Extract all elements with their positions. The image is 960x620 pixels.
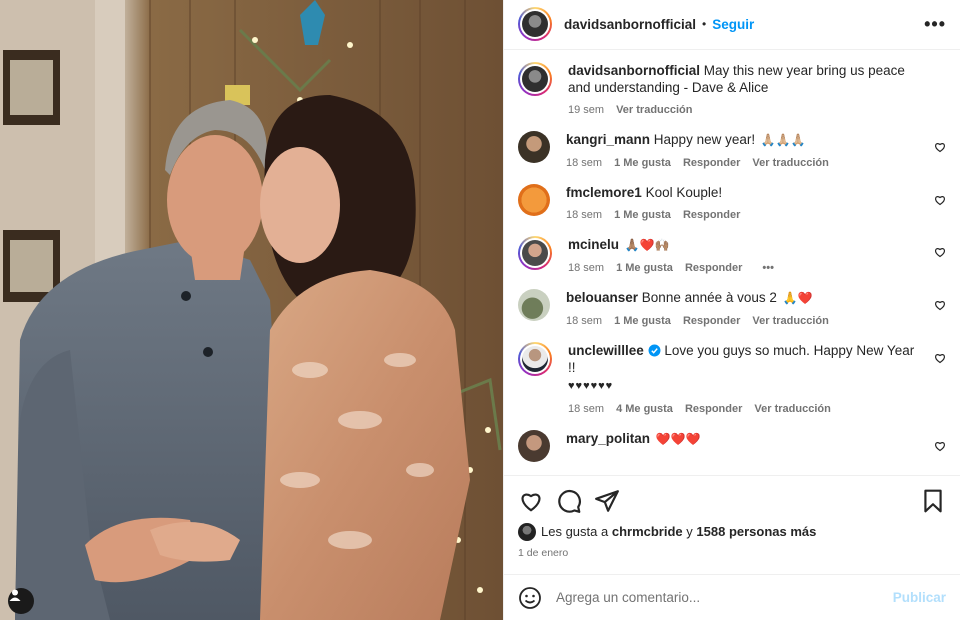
liker-username[interactable]: chrmcbride [612, 524, 683, 539]
comment-input[interactable] [556, 590, 893, 606]
reply-button[interactable]: Responder [683, 315, 740, 327]
translate-link[interactable]: Ver traducción [752, 157, 828, 169]
comment-likes[interactable]: 1 Me gusta [616, 262, 673, 274]
comment-likes[interactable]: 1 Me gusta [614, 315, 671, 327]
commenter-avatar[interactable] [518, 341, 552, 376]
comment-username[interactable]: mary_politan [566, 431, 650, 446]
smiley-icon[interactable] [518, 586, 542, 610]
comment-likes[interactable]: 4 Me gusta [616, 403, 673, 415]
caption: davidsanbornofficial May this new year b… [518, 61, 946, 116]
comment-item: kangri_mann Happy new year! 🙏🏼🙏🏼🙏🏼 18 se… [518, 130, 946, 169]
comments-list[interactable]: davidsanbornofficial May this new year b… [504, 50, 960, 475]
instagram-post: davidsanbornofficial • Seguir ••• davids… [0, 0, 960, 620]
comment-item: mary_politan ❤️❤️❤️ [518, 429, 946, 462]
comment-username[interactable]: belouanser [566, 290, 638, 305]
likes-prefix: Les gusta a [541, 524, 609, 540]
add-comment-bar: Publicar [504, 574, 960, 620]
comment-like-icon[interactable] [934, 440, 946, 452]
comment-hearts: ♥♥♥♥♥♥ [568, 379, 614, 392]
comment-time[interactable]: 18 sem [568, 262, 604, 274]
comment-item: mcinelu 🙏🏽❤️🙌🏽 18 sem 1 Me gusta Respond… [518, 235, 946, 274]
comment-username[interactable]: fmclemore1 [566, 185, 642, 200]
comment-emoji: 🙏❤️ [782, 290, 813, 305]
avatar[interactable] [518, 7, 552, 42]
photo-illustration [0, 0, 503, 620]
comment-text: Bonne année à vous 2 [641, 289, 777, 305]
caption-time[interactable]: 19 sem [568, 104, 604, 116]
comment-text: Kool Kouple! [645, 184, 723, 200]
likes-joiner: y [686, 524, 693, 540]
comment-like-icon[interactable] [934, 246, 946, 258]
comment-emoji: 🙏🏼🙏🏼🙏🏼 [760, 132, 806, 147]
liker-avatar[interactable] [518, 522, 536, 541]
commenter-avatar[interactable] [518, 183, 550, 216]
separator-dot: • [702, 17, 707, 32]
caption-avatar[interactable] [518, 61, 552, 96]
comment-username[interactable]: mcinelu [568, 237, 619, 252]
comment-icon[interactable] [556, 488, 582, 514]
comment-emoji: 🙏🏽❤️🙌🏽 [624, 237, 670, 252]
reply-button[interactable]: Responder [685, 403, 742, 415]
publish-button[interactable]: Publicar [893, 590, 946, 605]
comment-time[interactable]: 18 sem [566, 157, 602, 169]
commenter-avatar[interactable] [518, 429, 550, 462]
comment-item: belouanser Bonne année à vous 2 🙏❤️ 18 s… [518, 288, 946, 327]
comment-options-icon[interactable]: ••• [762, 262, 774, 274]
comment-text: Happy new year! [653, 131, 756, 147]
verified-badge-icon [648, 344, 661, 357]
commenter-avatar[interactable] [518, 288, 550, 321]
bookmark-icon[interactable] [920, 488, 946, 514]
comment-item: unclewilllee Love you guys so much. Happ… [518, 341, 946, 415]
comment-like-icon[interactable] [934, 194, 946, 206]
commenter-avatar[interactable] [518, 130, 550, 163]
translate-link[interactable]: Ver traducción [752, 315, 828, 327]
reply-button[interactable]: Responder [683, 157, 740, 169]
post-actions: Les gusta a chrmcbride y 1588 personas m… [504, 474, 960, 575]
caption-username[interactable]: davidsanbornofficial [568, 63, 700, 78]
comment-item: fmclemore1 Kool Kouple! 18 sem 1 Me gust… [518, 183, 946, 221]
comment-like-icon[interactable] [934, 141, 946, 153]
comment-time[interactable]: 18 sem [566, 209, 602, 221]
comment-username[interactable]: unclewilllee [568, 343, 644, 358]
comment-likes[interactable]: 1 Me gusta [614, 157, 671, 169]
likes-summary: Les gusta a chrmcbride y 1588 personas m… [518, 522, 946, 541]
post-sidebar: davidsanbornofficial • Seguir ••• davids… [503, 0, 960, 620]
reply-button[interactable]: Responder [683, 209, 740, 221]
post-date[interactable]: 1 de enero [518, 547, 946, 559]
reply-button[interactable]: Responder [685, 262, 742, 274]
post-header: davidsanbornofficial • Seguir ••• [504, 0, 960, 50]
user-icon [9, 589, 21, 601]
paper-plane-icon[interactable] [594, 488, 620, 514]
comment-username[interactable]: kangri_mann [566, 132, 650, 147]
comment-emoji: ❤️❤️❤️ [655, 431, 701, 446]
comment-likes[interactable]: 1 Me gusta [614, 209, 671, 221]
post-photo[interactable] [0, 0, 503, 620]
comment-like-icon[interactable] [934, 299, 946, 311]
translate-link[interactable]: Ver traducción [754, 403, 830, 415]
translate-link[interactable]: Ver traducción [616, 104, 692, 116]
likes-count[interactable]: 1588 personas más [696, 524, 816, 539]
comment-time[interactable]: 18 sem [566, 315, 602, 327]
author-username[interactable]: davidsanbornofficial [564, 17, 696, 32]
tagged-users-button[interactable] [8, 588, 34, 614]
more-options-icon[interactable]: ••• [924, 14, 946, 35]
heart-outline-icon[interactable] [518, 488, 544, 514]
follow-button[interactable]: Seguir [712, 17, 754, 32]
comment-time[interactable]: 18 sem [568, 403, 604, 415]
comment-like-icon[interactable] [934, 352, 946, 364]
commenter-avatar[interactable] [518, 235, 552, 270]
